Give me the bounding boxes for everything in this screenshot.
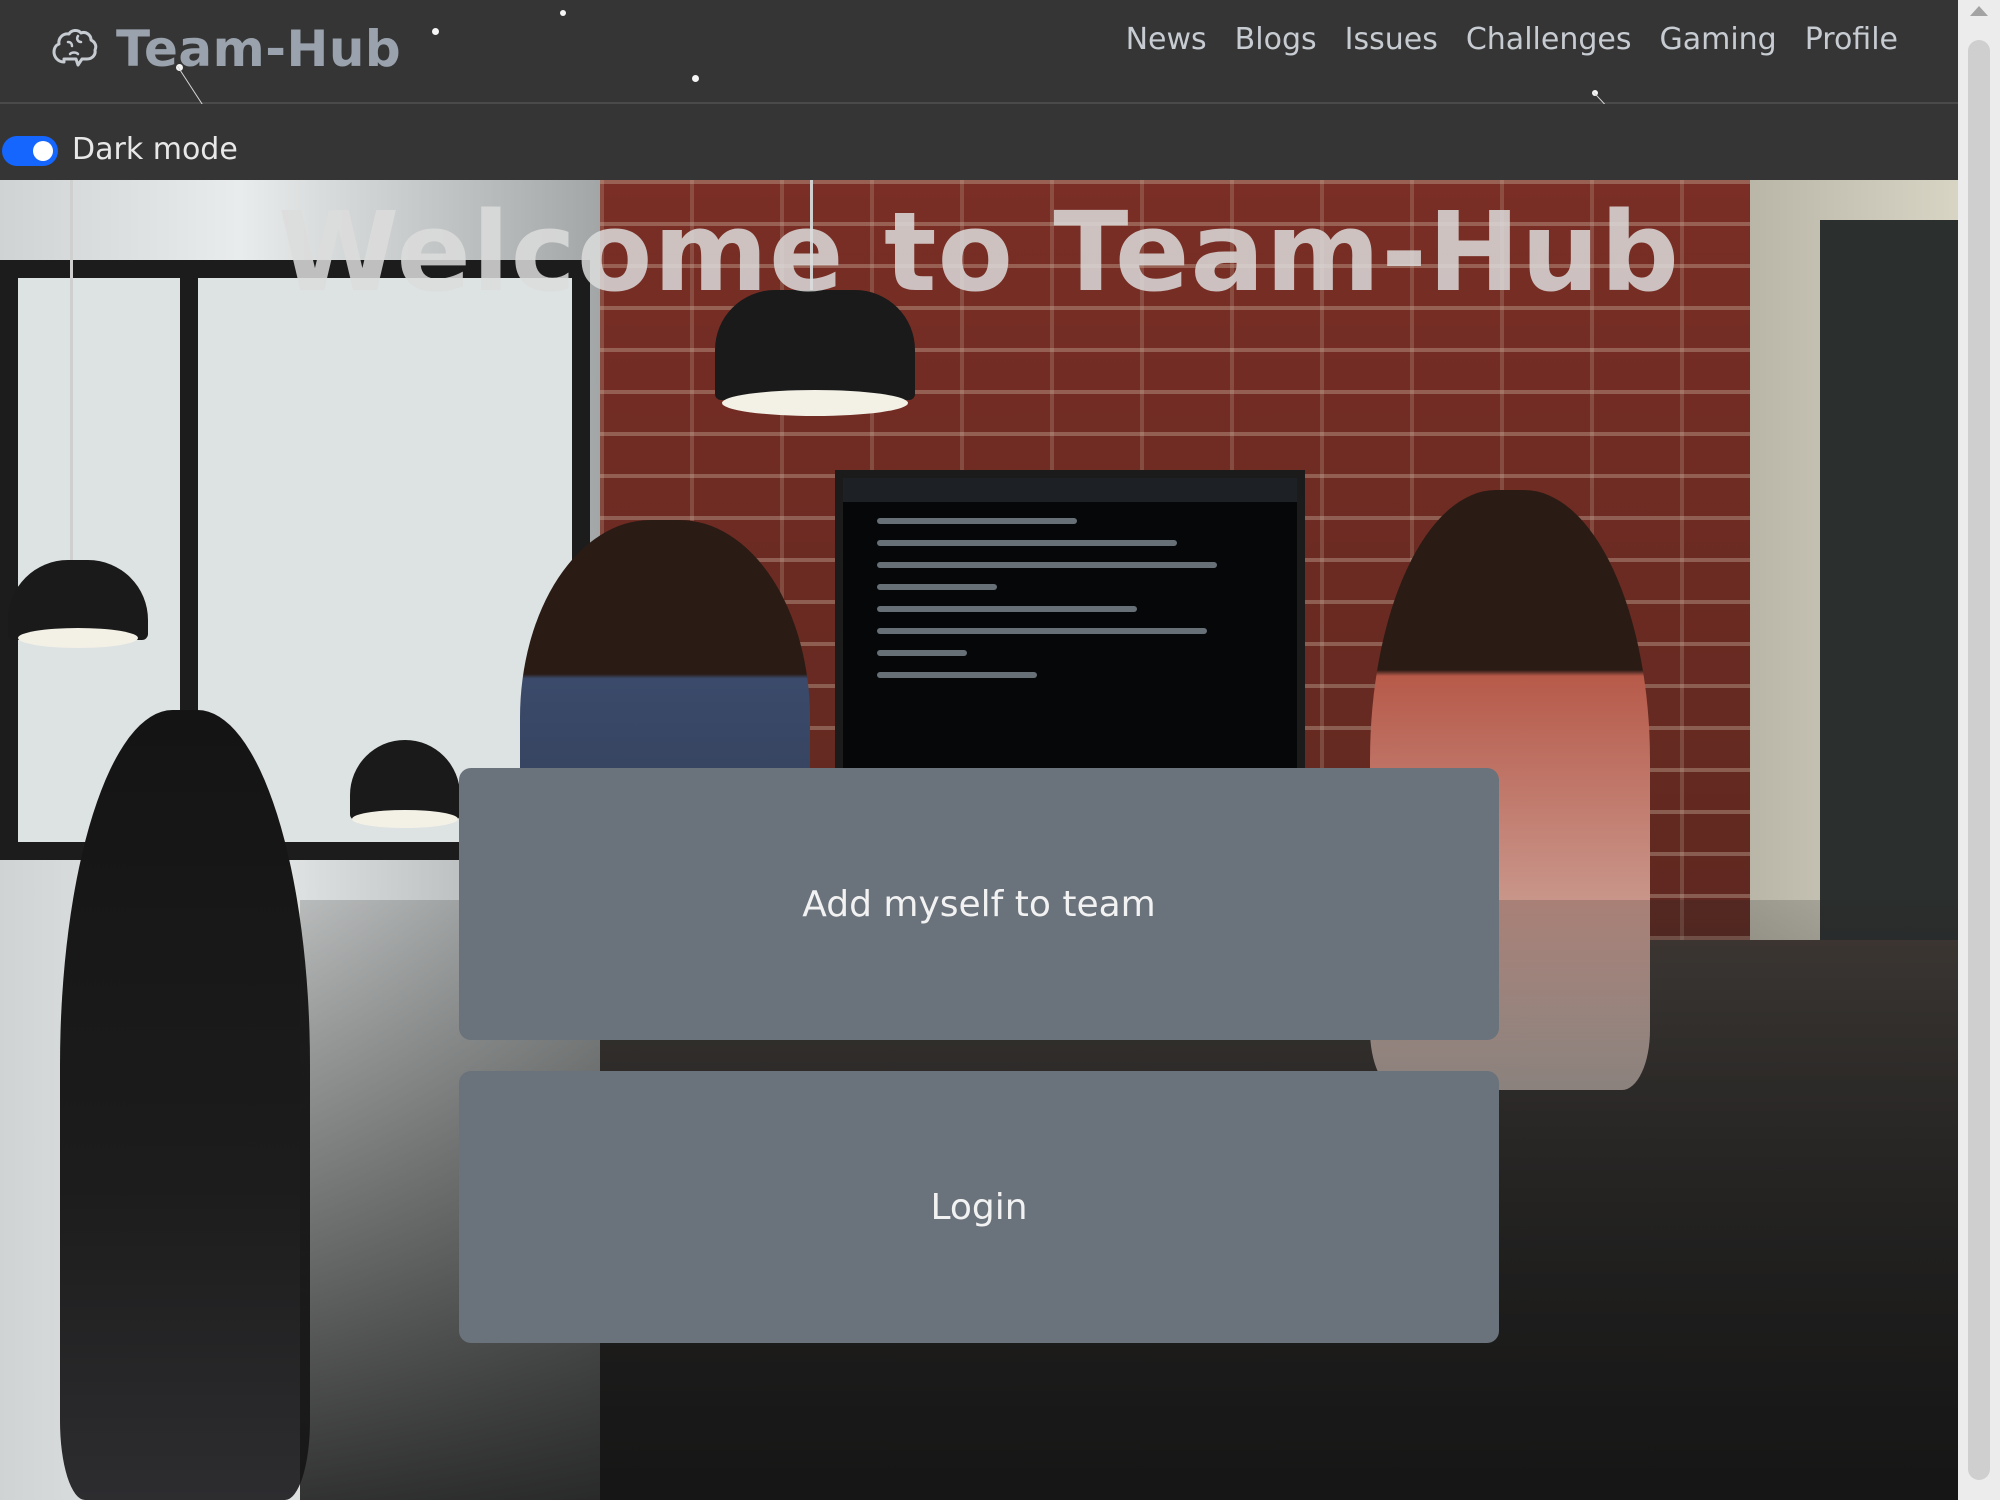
code-line	[877, 650, 967, 656]
particle-dot	[560, 10, 566, 16]
nav-news[interactable]: News	[1126, 22, 1207, 57]
dark-mode-toggle[interactable]	[2, 136, 58, 166]
nav-gaming[interactable]: Gaming	[1659, 22, 1776, 57]
particle-dot	[432, 28, 439, 35]
nav-challenges[interactable]: Challenges	[1466, 22, 1632, 57]
hero-photo-doorway	[1820, 220, 1958, 940]
code-line	[877, 518, 1077, 524]
code-line	[877, 628, 1207, 634]
add-to-team-button[interactable]: Add myself to team	[459, 768, 1499, 1040]
monitor-titlebar	[843, 478, 1297, 502]
code-line	[877, 562, 1217, 568]
page: Team-Hub News Blogs Issues Challenges Ga…	[0, 0, 1958, 1500]
brand[interactable]: Team-Hub	[48, 14, 401, 84]
lamp-glow	[18, 628, 138, 648]
hero-title: Welcome to Team-Hub	[277, 188, 1681, 316]
code-line	[877, 584, 997, 590]
navbar: Team-Hub News Blogs Issues Challenges Ga…	[0, 0, 1958, 104]
scroll-up-icon[interactable]	[1970, 6, 1988, 16]
brain-icon	[52, 29, 98, 67]
main-nav: News Blogs Issues Challenges Gaming Prof…	[1126, 22, 1898, 57]
dark-mode-label: Dark mode	[72, 132, 238, 167]
brand-name: Team-Hub	[116, 20, 402, 78]
code-line	[877, 672, 1037, 678]
toggle-knob	[33, 141, 53, 161]
login-button[interactable]: Login	[459, 1071, 1499, 1343]
nav-profile[interactable]: Profile	[1805, 22, 1898, 57]
hero-photo-person	[60, 710, 310, 1500]
particle-dot	[692, 75, 699, 82]
scroll-thumb[interactable]	[1968, 40, 1990, 1480]
lamp-glow	[722, 390, 908, 416]
lamp-glow	[352, 810, 458, 828]
vertical-scrollbar[interactable]	[1958, 0, 2000, 1500]
theme-toggle-bar: Dark mode	[0, 104, 1958, 180]
nav-blogs[interactable]: Blogs	[1235, 22, 1317, 57]
code-line	[877, 540, 1177, 546]
nav-issues[interactable]: Issues	[1345, 22, 1438, 57]
code-line	[877, 606, 1137, 612]
